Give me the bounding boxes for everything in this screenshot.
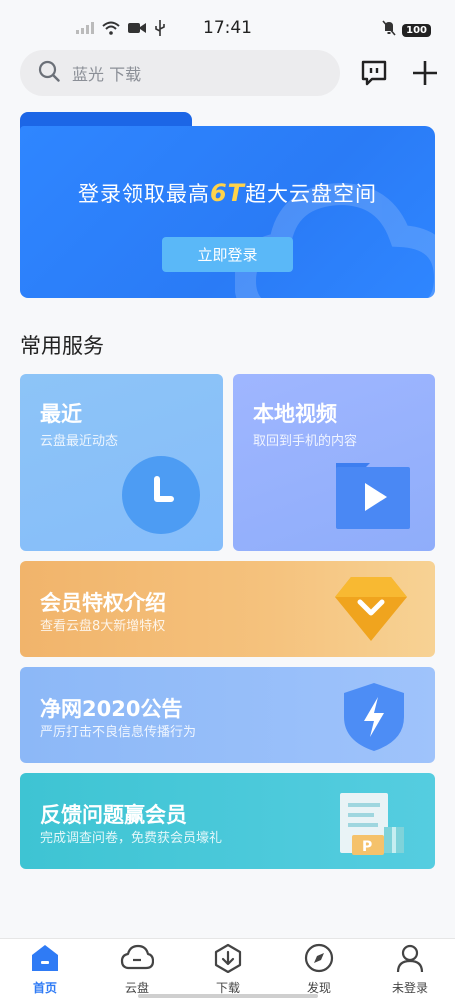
login-banner: 登录领取最高6T超大云盘空间 立即登录	[20, 112, 435, 298]
message-icon	[359, 60, 389, 92]
nav-item-download[interactable]: 下载	[198, 943, 258, 999]
nav-item-profile[interactable]: 未登录	[380, 943, 440, 999]
bottom-nav: 首页 云盘 下载 发现 未登录	[0, 938, 455, 1001]
vip-title: 会员特权介绍	[40, 591, 166, 615]
banner-body: 登录领取最高6T超大云盘空间 立即登录	[20, 126, 435, 298]
search-icon	[38, 60, 60, 86]
recent-card[interactable]: 最近 云盘最近动态	[20, 374, 223, 551]
section-title: 常用服务	[20, 334, 104, 358]
video-folder-icon	[334, 461, 412, 535]
search-input[interactable]: 蓝光 下载	[20, 50, 340, 96]
clean-net-title: 净网2020公告	[40, 697, 183, 721]
local-video-subtitle: 取回到手机的内容	[253, 434, 358, 449]
local-video-card[interactable]: 本地视频 取回到手机的内容	[233, 374, 435, 551]
message-button[interactable]	[359, 58, 389, 88]
search-placeholder: 蓝光 下载	[72, 65, 142, 84]
battery-indicator: 100	[402, 23, 431, 37]
user-icon	[395, 943, 425, 977]
clean-net-card[interactable]: 净网2020公告 严厉打击不良信息传播行为	[20, 667, 435, 763]
status-right: 100	[382, 20, 431, 40]
nav-label-home: 首页	[32, 981, 57, 995]
feedback-title: 反馈问题赢会员	[40, 803, 187, 827]
mute-bell-icon	[382, 20, 396, 40]
vip-subtitle: 查看云盘8大新增特权	[40, 619, 166, 634]
banner-title-highlight: 6T	[209, 179, 246, 207]
banner-title: 登录领取最高6T超大云盘空间	[20, 178, 435, 208]
nav-item-discover[interactable]: 发现	[289, 943, 349, 999]
add-button[interactable]	[410, 58, 440, 88]
banner-title-prefix: 登录领取最高	[77, 182, 210, 206]
plus-icon	[410, 61, 440, 92]
feedback-subtitle: 完成调查问卷，免费获会员壕礼	[40, 831, 223, 846]
cloud-icon	[120, 943, 155, 977]
feedback-card[interactable]: 反馈问题赢会员 完成调查问卷，免费获会员壕礼 P	[20, 773, 435, 869]
local-video-title: 本地视频	[253, 402, 337, 426]
login-button[interactable]: 立即登录	[162, 237, 293, 272]
banner-title-suffix: 超大云盘空间	[245, 182, 378, 206]
download-icon	[213, 943, 243, 977]
home-icon	[30, 943, 60, 977]
vip-card[interactable]: 会员特权介绍 查看云盘8大新增特权	[20, 561, 435, 657]
nav-item-home[interactable]: 首页	[15, 943, 75, 999]
compass-icon	[304, 943, 334, 977]
nav-label-profile: 未登录	[391, 981, 428, 995]
svg-text:P: P	[362, 839, 372, 855]
home-indicator	[138, 994, 318, 998]
shield-icon	[342, 681, 406, 757]
recent-subtitle: 云盘最近动态	[40, 434, 119, 449]
questionnaire-gift-icon: P	[336, 791, 410, 861]
recent-title: 最近	[40, 402, 82, 426]
clock-icon	[121, 455, 201, 539]
clean-net-subtitle: 严厉打击不良信息传播行为	[40, 725, 197, 740]
nav-item-cloud[interactable]: 云盘	[107, 943, 167, 999]
diamond-icon	[333, 575, 409, 647]
status-bar: 17:41 100	[0, 0, 455, 52]
